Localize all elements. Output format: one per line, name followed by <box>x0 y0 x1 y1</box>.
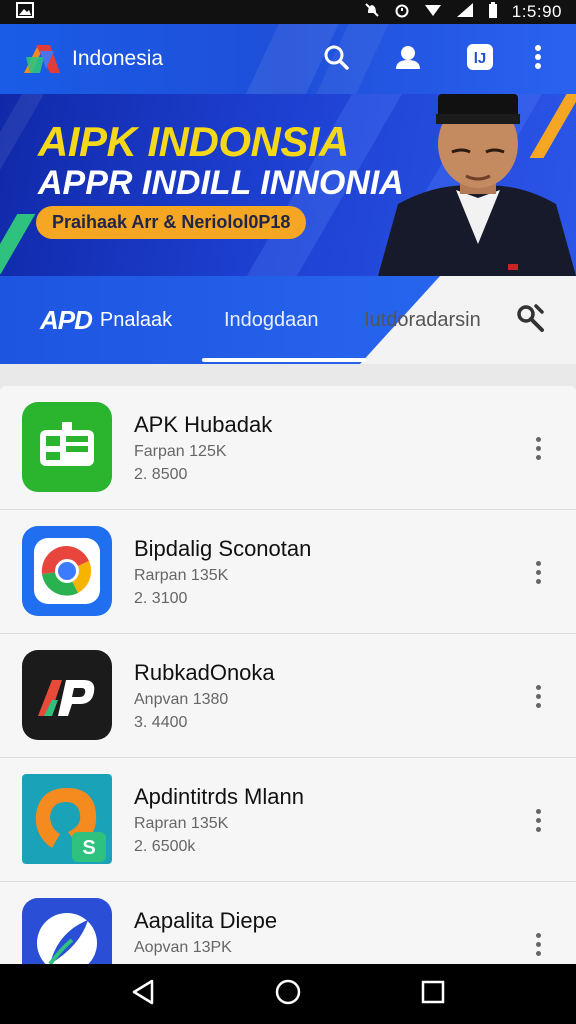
list-item[interactable]: APK Hubadak Farpan 125K 2. 8500 <box>0 386 576 510</box>
recents-button[interactable] <box>403 964 463 1024</box>
tab-label: Pnalaak <box>99 308 173 331</box>
banner-pill: Praihaak Arr & Neriolol0P18 <box>36 206 307 239</box>
tab-pnalaak[interactable]: APD Pnalaak <box>40 276 172 364</box>
back-icon <box>131 979 155 1010</box>
translate-icon: lJ <box>466 43 494 76</box>
ap-dark-app-icon <box>22 650 112 740</box>
settings-tool-icon <box>514 302 546 339</box>
list-item[interactable]: Bipdalig Sconotan Rarpan 135K 2. 3100 <box>0 510 576 634</box>
svg-text:S: S <box>82 837 95 859</box>
app-size: 2. 6500k <box>134 838 196 855</box>
green-app-icon <box>22 402 112 492</box>
app-subtitle: Rarpan 135K <box>134 567 229 584</box>
app-title: Apdintitrds Mlann <box>134 784 304 809</box>
app-title: Bipdalig Sconotan <box>134 536 312 561</box>
item-more-button[interactable] <box>522 802 554 838</box>
banner-subtitle: APPR INDILL INNONIA <box>38 164 404 202</box>
status-time: 1:5:90 <box>511 2 562 21</box>
system-nav-bar <box>0 964 576 1024</box>
chrome-like-app-icon <box>22 526 112 616</box>
app-subtitle: Farpan 125K <box>134 443 227 460</box>
app-subtitle: Aopvan 13PK <box>134 939 232 956</box>
item-more-button[interactable] <box>522 554 554 590</box>
signal-icon <box>456 2 474 23</box>
app-title: Indonesia <box>72 47 164 70</box>
list-item[interactable]: S Apdintitrds Mlann Rapran 135K 2. 6500k <box>0 758 576 882</box>
app-subtitle: Rapran 135K <box>134 815 229 832</box>
svg-text:lJ: lJ <box>474 50 487 67</box>
wifi-icon <box>424 2 442 23</box>
tab-label: Iutdoradarsin <box>364 308 481 331</box>
app-size: 2. 3100 <box>134 590 188 607</box>
tab-label: Indogdaan <box>224 308 319 331</box>
banner-title: AIPK INDONSIA <box>38 118 349 165</box>
status-bar: 1:5:90 <box>0 0 576 24</box>
app-size: 2. 8500 <box>134 466 188 483</box>
list-item[interactable]: RubkadOnoka Anpvan 1380 3. 4400 <box>0 634 576 758</box>
app-size: 3. 4400 <box>134 714 188 731</box>
recents-icon <box>421 980 445 1009</box>
search-icon <box>322 43 350 76</box>
home-button[interactable] <box>258 964 318 1024</box>
category-tabs: APD Pnalaak Indogdaan Iutdoradarsin <box>0 276 576 364</box>
more-options-button[interactable] <box>516 24 560 94</box>
tab-indogdaan[interactable]: Indogdaan <box>224 276 319 364</box>
blue-feather-app-icon <box>22 898 112 964</box>
tools-button[interactable] <box>508 298 552 342</box>
tab-iutdoradarsin[interactable]: Iutdoradarsin <box>364 276 481 364</box>
bell-off-icon <box>364 2 380 23</box>
profile-icon <box>393 43 423 76</box>
tab-indicator <box>202 358 366 362</box>
image-icon <box>16 1 34 23</box>
item-more-button[interactable] <box>522 430 554 466</box>
orange-swirl-app-icon: S <box>22 774 112 864</box>
person-photo <box>378 94 576 276</box>
app-logo-icon <box>20 39 64 79</box>
app-title: Aapalita Diepe <box>134 908 278 933</box>
battery-icon <box>488 1 498 23</box>
apk-logo-mark: APD <box>40 304 93 335</box>
more-vert-icon <box>534 44 542 75</box>
app-title: RubkadOnoka <box>134 660 275 685</box>
app-title: APK Hubadak <box>134 412 273 437</box>
profile-button[interactable] <box>372 24 444 94</box>
search-button[interactable] <box>300 24 372 94</box>
app-bar: Indonesia lJ <box>0 24 576 94</box>
translate-button[interactable]: lJ <box>444 24 516 94</box>
item-more-button[interactable] <box>522 678 554 714</box>
banner-stripe <box>0 214 36 274</box>
home-icon <box>274 978 302 1011</box>
alarm-icon <box>394 2 410 23</box>
app-subtitle: Anpvan 1380 <box>134 691 229 708</box>
item-more-button[interactable] <box>522 926 554 962</box>
list-item[interactable]: Aapalita Diepe Aopvan 13PK <box>0 882 576 964</box>
back-button[interactable] <box>113 964 173 1024</box>
promo-banner[interactable]: AIPK INDONSIA APPR INDILL INNONIA Praiha… <box>0 94 576 276</box>
app-list: APK Hubadak Farpan 125K 2. 8500 Bipdalig… <box>0 386 576 964</box>
